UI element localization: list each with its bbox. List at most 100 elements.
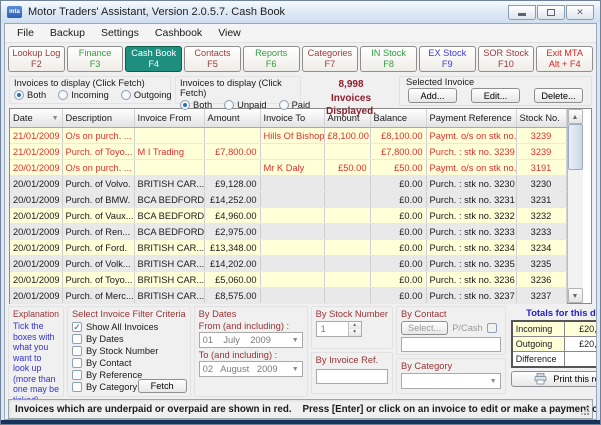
radio-both[interactable]: Both (14, 90, 46, 100)
column-header-date-0[interactable]: Date▼ (10, 109, 62, 128)
cell-amount_to (324, 272, 370, 288)
print-report-label: Print this report... (553, 374, 597, 384)
table-row[interactable]: 20/01/2009Purch. of Toyo...BRITISH CAR..… (10, 272, 566, 288)
cell-stock_no: 3232 (516, 208, 566, 224)
resize-grip[interactable] (580, 406, 589, 415)
table-row[interactable]: 20/01/2009Purch. of Ford.BRITISH CAR...£… (10, 240, 566, 256)
check-by-contact[interactable]: By Contact (72, 357, 186, 368)
vertical-scrollbar[interactable]: ▲ ▼ (567, 109, 583, 303)
cell-date: 20/01/2009 (10, 208, 62, 224)
menu-settings[interactable]: Settings (93, 26, 147, 40)
menu-cashbook[interactable]: Cashbook (147, 26, 210, 40)
toolbar-button-cash-book[interactable]: Cash BookF4 (125, 46, 182, 72)
toolbar-button-lookup-log[interactable]: Lookup LogF2 (8, 46, 65, 72)
cell-payment_reference: Purch. : stk no. 3237 (426, 288, 516, 304)
radio-outgoing[interactable]: Outgoing (121, 90, 172, 100)
invoices-direction-filter-group: Invoices to display (Click Fetch)BothInc… (9, 76, 171, 104)
table-row[interactable]: 20/01/2009Purch. of Volk...BRITISH CAR..… (10, 256, 566, 272)
column-header-payment-reference-7[interactable]: Payment Reference (426, 109, 516, 128)
table-row[interactable]: 21/01/2009Purch. of Toyo...M I Trading£7… (10, 144, 566, 160)
title-bar[interactable]: mta Motor Traders' Assistant, Version 2.… (1, 1, 600, 23)
table-row[interactable]: 21/01/2009O/s on purch. ...Hills Of Bish… (10, 128, 566, 144)
toolbar-button-key: F4 (148, 59, 159, 70)
cell-date: 20/01/2009 (10, 160, 62, 176)
date-from-dropdown[interactable]: 01 July 2009 ▼ (199, 332, 303, 348)
check-show-all-invoices[interactable]: ✓Show All Invoices (72, 321, 186, 332)
column-header-description-1[interactable]: Description (62, 109, 134, 128)
contact-select-button[interactable]: Select... (401, 321, 448, 335)
close-button[interactable]: ✕ (566, 5, 594, 20)
column-header-stock-no-8[interactable]: Stock No. (516, 109, 566, 128)
cell-balance: £0.00 (370, 256, 426, 272)
table-row[interactable]: 20/01/2009Purch. of BMW.BCA BEDFORD£14,2… (10, 192, 566, 208)
invoice-count: 8,998 Invoices Displayed. (305, 78, 397, 119)
check-by-dates[interactable]: By Dates (72, 333, 186, 344)
toolbar-button-label: Contacts (194, 48, 230, 59)
contact-input[interactable] (401, 337, 501, 352)
stock-number-stepper[interactable]: 1 ▲ ▼ (316, 321, 362, 337)
radio-incoming[interactable]: Incoming (58, 90, 109, 100)
toolbar-button-sor-stock[interactable]: SOR StockF10 (478, 46, 535, 72)
toolbar-button-finance[interactable]: FinanceF3 (67, 46, 124, 72)
by-dates-panel: By Dates From (and including) : 01 July … (194, 306, 308, 397)
menu-backup[interactable]: Backup (42, 26, 93, 40)
check-by-stock-number[interactable]: By Stock Number (72, 345, 186, 356)
menu-view[interactable]: View (210, 26, 249, 40)
explanation-title: Explanation (13, 309, 59, 319)
cell-description: Purch. of Vaux... (62, 208, 134, 224)
category-dropdown[interactable]: ▼ (401, 373, 501, 389)
toolbar-button-label: Finance (79, 48, 112, 59)
pcash-checkbox[interactable] (487, 323, 497, 333)
by-contact-panel: By Contact Select... P/Cash (396, 306, 506, 355)
cell-date: 20/01/2009 (10, 272, 62, 288)
cell-amount_from: £7,800.00 (204, 144, 260, 160)
toolbar-button-exit-mta[interactable]: Exit MTAAlt + F4 (536, 46, 593, 72)
totals-row-incoming: Incoming£20,057,007.85 (513, 322, 597, 337)
toolbar-button-contacts[interactable]: ContactsF5 (184, 46, 241, 72)
radio-both[interactable]: Both (180, 100, 212, 110)
totals-title: Totals for this display :- (511, 307, 597, 318)
toolbar-button-key: F5 (207, 59, 218, 70)
cell-amount_from: £8,575.00 (204, 288, 260, 304)
stepper-down-icon[interactable]: ▼ (349, 329, 361, 336)
delete-button[interactable]: Delete... (534, 88, 583, 103)
table-row[interactable]: 20/01/2009Purch. of Ren...BCA BEDFORD£2,… (10, 224, 566, 240)
cell-payment_reference: Purch. : stk no. 3230 (426, 176, 516, 192)
fetch-button[interactable]: Fetch (138, 379, 187, 393)
toolbar-button-label: Lookup Log (12, 48, 60, 59)
scroll-up-button[interactable]: ▲ (568, 109, 583, 124)
toolbar-button-label: IN Stock (371, 48, 406, 59)
scroll-down-button[interactable]: ▼ (568, 288, 583, 303)
cell-amount_to (324, 288, 370, 304)
date-to-dropdown[interactable]: 02 August 2009 ▼ (199, 361, 303, 377)
cell-invoice_to (260, 272, 324, 288)
menu-file[interactable]: File (9, 26, 42, 40)
column-header-amount-3[interactable]: Amount (204, 109, 260, 128)
table-row[interactable]: 20/01/2009Purch. of Merc...BRITISH CAR..… (10, 288, 566, 304)
column-header-invoice-from-2[interactable]: Invoice From (134, 109, 204, 128)
maximize-button[interactable] (537, 5, 565, 20)
table-row[interactable]: 20/01/2009Purch. of Volvo.BRITISH CAR...… (10, 176, 566, 192)
edit-button[interactable]: Edit... (471, 88, 520, 103)
cell-stock_no: 3239 (516, 144, 566, 160)
invoice-ref-input[interactable] (316, 369, 388, 384)
table-row[interactable]: 20/01/2009Purch. of Vaux...BCA BEDFORD£4… (10, 208, 566, 224)
scroll-thumb[interactable] (568, 124, 583, 170)
window-title: Motor Traders' Assistant, Version 2.0.5.… (28, 6, 285, 18)
minimize-button[interactable] (508, 5, 536, 20)
toolbar-button-key: F8 (383, 59, 394, 70)
stepper-up-icon[interactable]: ▲ (349, 322, 361, 329)
add-button[interactable]: Add... (408, 88, 457, 103)
toolbar-button-in-stock[interactable]: IN StockF8 (360, 46, 417, 72)
cell-stock_no: 3231 (516, 192, 566, 208)
toolbar-button-reports[interactable]: ReportsF6 (243, 46, 300, 72)
cell-description: Purch. of BMW. (62, 192, 134, 208)
toolbar-button-categories[interactable]: CategoriesF7 (302, 46, 359, 72)
print-report-button[interactable]: Print this report... (511, 371, 597, 387)
table-row[interactable]: 20/01/2009O/s on purch. ...Mr K Daly£50.… (10, 160, 566, 176)
cell-payment_reference: Paymt. o/s on stk no. 3... (426, 128, 516, 144)
radio-unpaid[interactable]: Unpaid (224, 100, 266, 110)
toolbar-button-ex-stock[interactable]: EX StockF9 (419, 46, 476, 72)
checkbox-icon (72, 346, 82, 356)
toolbar: Lookup LogF2FinanceF3Cash BookF4Contacts… (5, 43, 596, 75)
